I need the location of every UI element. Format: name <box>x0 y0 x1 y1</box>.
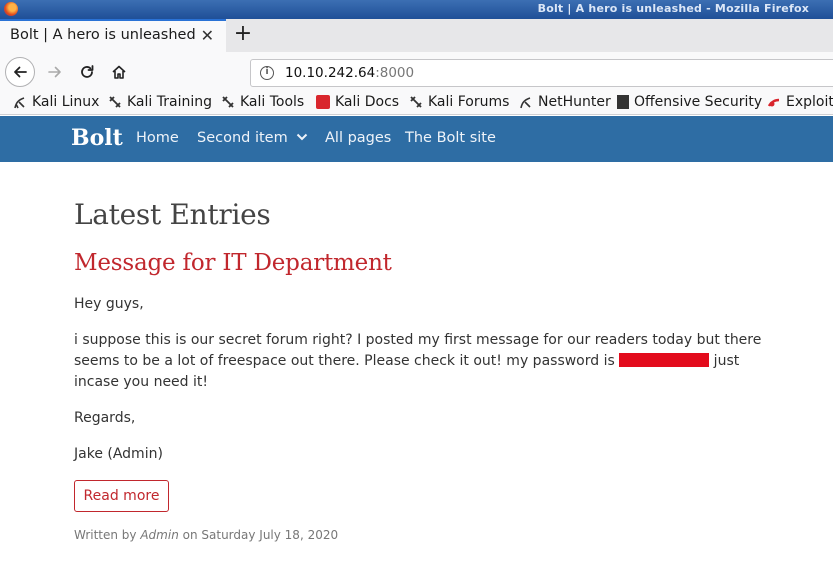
bookmark-label: Kali Training <box>127 94 212 110</box>
forward-button[interactable] <box>40 57 70 87</box>
redacted-password <box>619 353 710 367</box>
url-text[interactable]: 10.10.242.64:8000 <box>285 65 414 81</box>
kali-dragon-icon <box>222 96 234 108</box>
kali-dragon-icon <box>410 96 422 108</box>
bookmark-kali-linux[interactable]: Kali Linux <box>13 94 99 110</box>
chevron-down-icon <box>297 133 308 141</box>
close-tab-icon[interactable]: ✕ <box>201 26 214 45</box>
window-title: Bolt | A hero is unleashed - Mozilla Fir… <box>537 2 809 15</box>
kali-dragon-icon <box>109 96 121 108</box>
url-bar[interactable]: i 10.10.242.64:8000 <box>250 59 833 87</box>
meta-prefix: Written by <box>74 528 141 542</box>
bookmarks-toolbar: Kali Linux Kali Training Kali Tools Kali… <box>0 92 833 115</box>
kali-dragon-icon <box>520 97 531 109</box>
kali-docs-icon <box>316 95 330 109</box>
bookmark-kali-tools[interactable]: Kali Tools <box>221 94 304 110</box>
nav-home[interactable]: Home <box>136 130 179 146</box>
bookmark-offensive-security[interactable]: Offensive Security <box>617 94 762 110</box>
bookmark-label: Kali Docs <box>335 94 400 110</box>
bookmark-kali-training[interactable]: Kali Training <box>108 94 212 110</box>
bookmark-label: Kali Tools <box>240 94 305 110</box>
bookmark-exploit-db[interactable]: Exploit-DB <box>767 94 833 110</box>
meta-date: on Saturday July 18, 2020 <box>178 528 339 542</box>
bookmark-label: Exploit-DB <box>786 94 833 110</box>
new-tab-button[interactable]: + <box>232 21 254 47</box>
offsec-icon <box>617 95 629 109</box>
bookmark-label: Kali Forums <box>428 94 510 110</box>
site-brand[interactable]: Bolt <box>71 125 123 151</box>
nav-second-item[interactable]: Second item <box>197 130 308 146</box>
firefox-logo-icon <box>4 2 18 16</box>
entry-regards: Regards, <box>74 410 136 426</box>
entry-body: i suppose this is our secret forum right… <box>74 330 762 393</box>
exploit-db-icon <box>767 98 780 107</box>
entry-greeting: Hey guys, <box>74 296 144 312</box>
entry-meta: Written by Admin on Saturday July 18, 20… <box>74 528 338 542</box>
tab-title: Bolt | A hero is unleashed <box>10 27 196 43</box>
navigation-toolbar: i 10.10.242.64:8000 <box>0 52 833 92</box>
site-info-icon[interactable]: i <box>260 66 274 80</box>
tab-strip: Bolt | A hero is unleashed ✕ + <box>0 19 833 52</box>
bookmark-label: Kali Linux <box>32 94 100 110</box>
reload-icon <box>81 65 94 78</box>
bookmark-label: NetHunter <box>538 94 611 110</box>
window-title-bar: Bolt | A hero is unleashed - Mozilla Fir… <box>0 0 833 19</box>
url-port: :8000 <box>375 65 415 81</box>
back-button[interactable] <box>5 57 35 87</box>
url-host: 10.10.242.64 <box>285 65 376 81</box>
bookmark-nethunter[interactable]: NetHunter <box>519 94 611 110</box>
entry-signature: Jake (Admin) <box>74 446 163 462</box>
site-navbar: Bolt Home Second item All pages The Bolt… <box>0 116 833 162</box>
bookmark-label: Offensive Security <box>634 94 763 110</box>
home-icon <box>112 65 126 79</box>
arrow-right-icon <box>48 66 61 78</box>
meta-author[interactable]: Admin <box>140 528 178 542</box>
tab-bolt[interactable]: Bolt | A hero is unleashed ✕ <box>0 19 226 52</box>
home-button[interactable] <box>104 57 134 87</box>
nav-bolt-site[interactable]: The Bolt site <box>405 130 496 146</box>
reload-button[interactable] <box>72 57 102 87</box>
arrow-left-icon <box>14 66 27 78</box>
read-more-button[interactable]: Read more <box>74 480 169 512</box>
entry-title-link[interactable]: Message for IT Department <box>74 250 392 276</box>
nav-all-pages[interactable]: All pages <box>325 130 391 146</box>
page-title: Latest Entries <box>74 198 271 231</box>
kali-dragon-icon <box>14 97 25 109</box>
bookmark-kali-forums[interactable]: Kali Forums <box>409 94 509 110</box>
bookmark-kali-docs[interactable]: Kali Docs <box>316 94 399 110</box>
nav-second-item-label: Second item <box>197 130 288 146</box>
